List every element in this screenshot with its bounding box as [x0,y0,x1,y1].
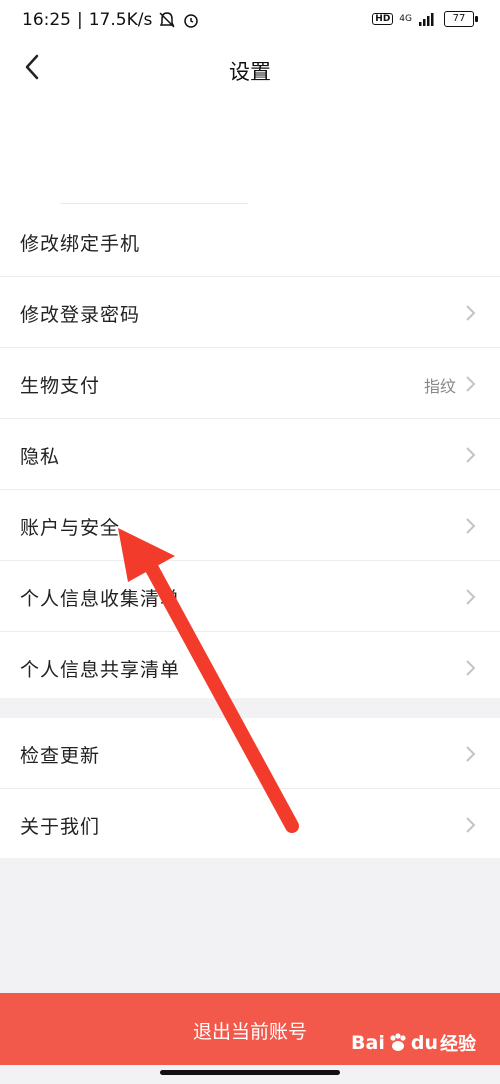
hd-icon: HD [372,13,394,25]
chevron-right-icon [466,447,476,463]
settings-group-about: 检查更新 关于我们 [0,718,500,858]
status-bar: 16:25 | 17.5K/s HD 4G 77 [0,0,500,44]
row-label: 账户与安全 [20,517,121,539]
row-account-security[interactable]: 账户与安全 [0,490,500,561]
row-about-us[interactable]: 关于我们 [0,789,500,859]
row-change-phone[interactable]: 修改绑定手机 [0,206,500,277]
row-label: 修改绑定手机 [20,233,141,255]
status-time: 16:25 [22,10,71,30]
watermark-text: 经验 [440,1034,476,1055]
chevron-right-icon [466,305,476,321]
battery-level: 77 [452,13,466,24]
row-biometric-pay[interactable]: 生物支付 指纹 [0,348,500,419]
row-label: 个人信息共享清单 [20,659,181,681]
status-speed: 17.5K/s [88,10,153,30]
row-label: 生物支付 [20,375,101,397]
baidu-jingyan-watermark: Bai du 经验 [351,1032,476,1055]
network-type: 4G [399,14,412,24]
row-label: 隐私 [20,446,61,468]
row-privacy[interactable]: 隐私 [0,419,500,490]
bell-off-icon [159,12,175,28]
signal-icon [419,13,434,26]
chevron-right-icon [466,589,476,605]
alarm-icon [184,14,199,28]
row-label: 修改登录密码 [20,304,141,326]
paw-logo-icon [390,1033,406,1051]
battery-icon: 77 [444,11,478,27]
chevron-right-icon [466,817,476,833]
row-label: 检查更新 [20,745,101,767]
chevron-right-icon [466,660,476,676]
row-value: 指纹 [423,377,456,396]
row-info-collection-list[interactable]: 个人信息收集清单 [0,561,500,632]
nav-header: 设置 [0,44,500,94]
status-left: 16:25 | 17.5K/s [22,10,200,30]
divider [60,203,248,204]
chevron-right-icon [466,518,476,534]
status-right: HD 4G 77 [372,11,478,27]
row-info-sharing-list[interactable]: 个人信息共享清单 [0,632,500,702]
settings-group-account: 修改绑定手机 修改登录密码 生物支付 指纹 隐私 账户与安全 个人信息收集清单 … [0,206,500,698]
chevron-right-icon [466,376,476,392]
chevron-right-icon [466,746,476,762]
row-check-update[interactable]: 检查更新 [0,718,500,789]
row-label: 关于我们 [20,816,101,838]
row-change-password[interactable]: 修改登录密码 [0,277,500,348]
blank-area [0,94,500,206]
home-indicator[interactable] [160,1070,340,1075]
row-label: 个人信息收集清单 [20,588,181,610]
page-title: 设置 [229,60,271,84]
